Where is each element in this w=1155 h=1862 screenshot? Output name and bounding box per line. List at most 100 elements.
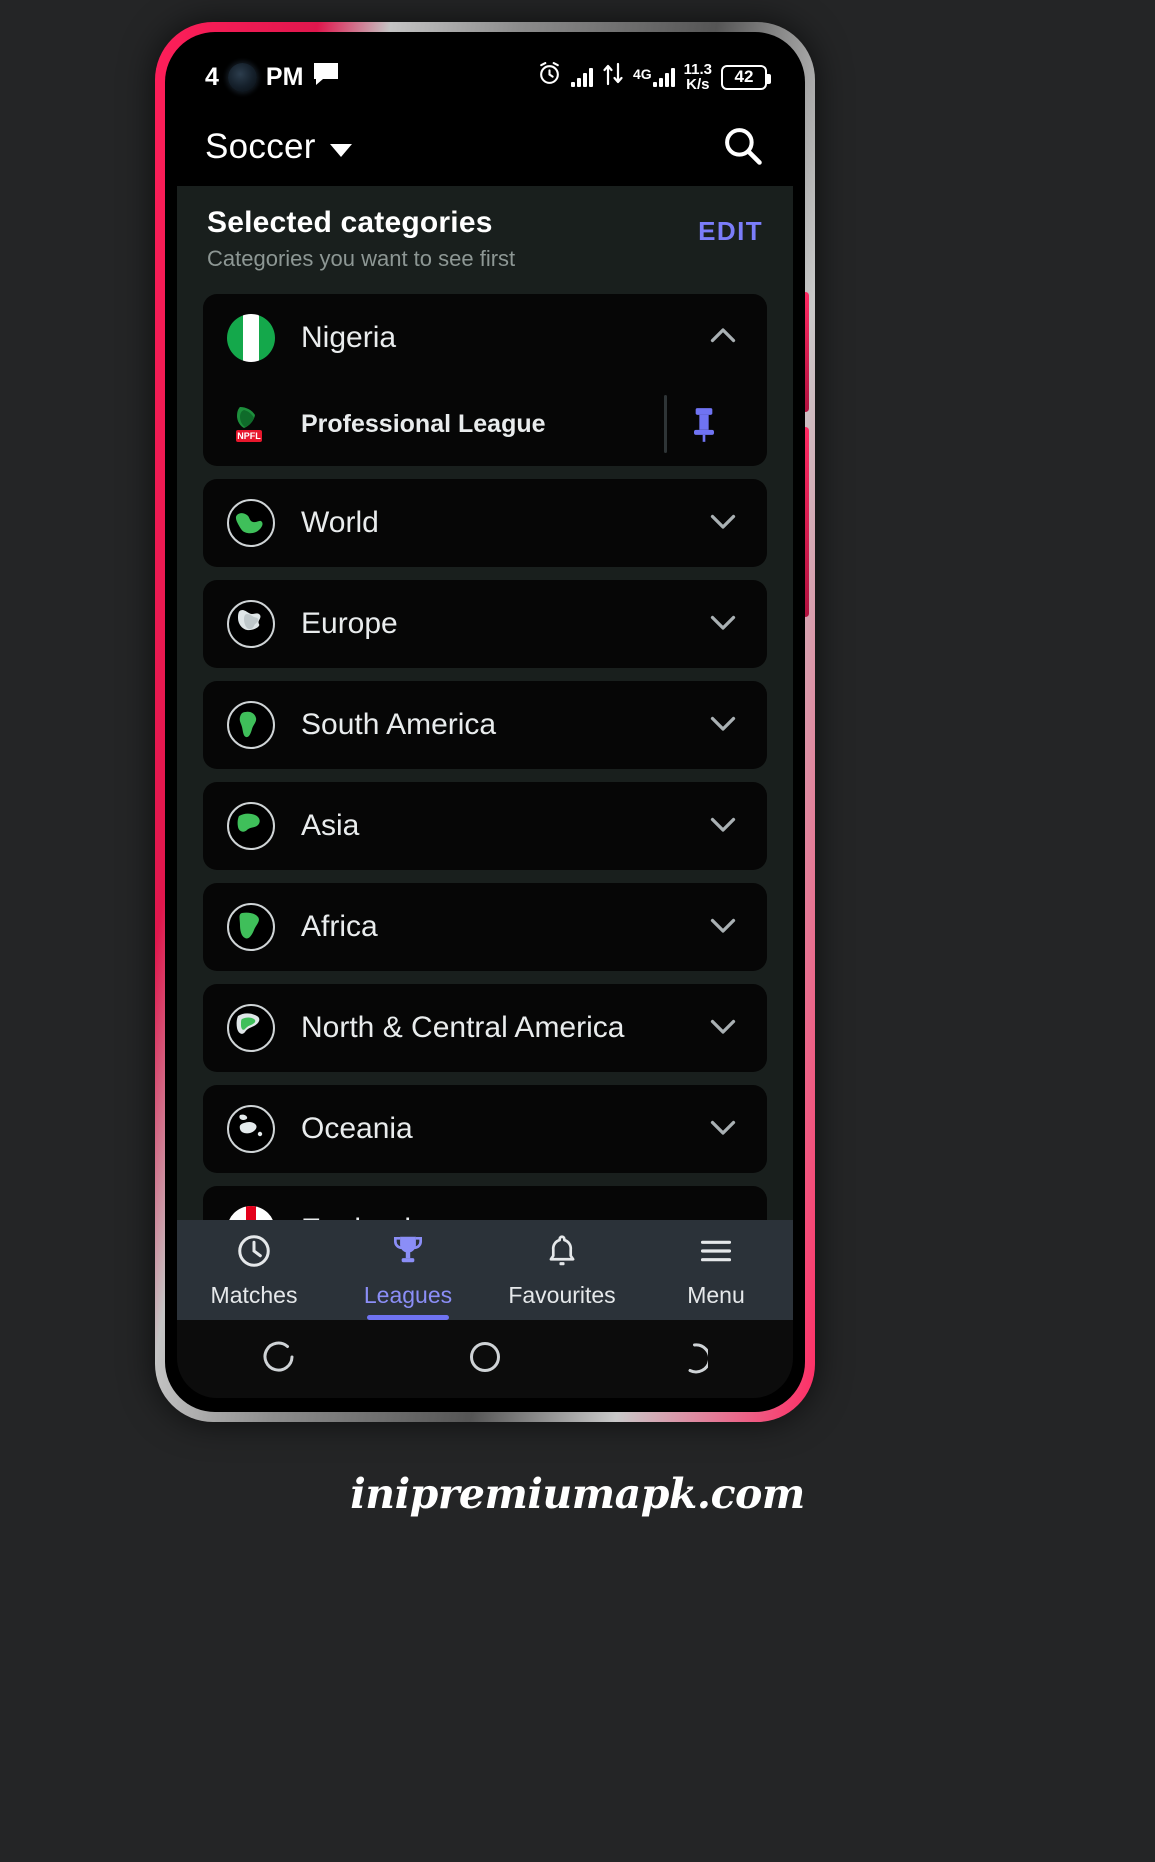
globe-africa-icon <box>227 903 275 951</box>
mobile-data-bars-icon <box>652 67 675 87</box>
league-label: Professional League <box>301 409 546 438</box>
category-card-europe[interactable]: Europe <box>203 580 767 668</box>
status-bar: 4 PM 4G 11.3 K/s 42 <box>177 46 793 108</box>
nav-label: Leagues <box>363 1281 453 1308</box>
edit-button[interactable]: EDIT <box>698 206 763 247</box>
selected-categories-subtitle: Categories you want to see first <box>207 246 516 271</box>
camera-punch-hole <box>227 62 257 92</box>
battery-level-label: 42 <box>734 67 754 86</box>
category-row-england[interactable]: England <box>203 1186 767 1220</box>
category-row-asia[interactable]: Asia <box>203 782 767 870</box>
category-row-north-central-america[interactable]: North & Central America <box>203 984 767 1072</box>
chevron-down-icon[interactable] <box>705 604 741 645</box>
data-speed: 11.3 K/s <box>684 62 712 92</box>
category-label: Oceania <box>301 1112 413 1145</box>
trophy-icon <box>389 1232 427 1275</box>
data-speed-value: 11.3 <box>683 61 712 78</box>
phone-screen: 4 PM 4G 11.3 K/s 42 Soccer Selected cate… <box>177 46 793 1398</box>
back-gesture-icon[interactable] <box>262 1339 298 1380</box>
nav-item-matches[interactable]: Matches <box>177 1220 331 1320</box>
globe-north-america-icon <box>227 1004 275 1052</box>
chevron-down-icon[interactable] <box>705 1008 741 1049</box>
hamburger-icon <box>696 1232 736 1275</box>
flag-nigeria-icon <box>227 314 275 362</box>
category-row-africa[interactable]: Africa <box>203 883 767 971</box>
nav-item-favourites[interactable]: Favourites <box>485 1220 639 1320</box>
category-row-south-america[interactable]: South America <box>203 681 767 769</box>
category-label: Africa <box>301 910 378 943</box>
chevron-down-icon[interactable] <box>705 705 741 746</box>
chevron-down-icon <box>329 143 352 157</box>
category-label: North & Central America <box>301 1011 625 1044</box>
recents-icon[interactable] <box>672 1339 712 1380</box>
category-card-world[interactable]: World <box>203 479 767 567</box>
data-speed-unit: K/s <box>686 76 710 93</box>
category-row-nigeria[interactable]: Nigeria <box>203 294 767 382</box>
nav-item-menu[interactable]: Menu <box>639 1220 793 1320</box>
page-title: Soccer <box>205 127 316 166</box>
npfl-logo-text: NPFL <box>237 431 261 441</box>
pin-icon[interactable] <box>667 404 741 444</box>
nav-label: Matches <box>210 1281 298 1308</box>
nav-active-underline <box>367 1315 449 1320</box>
category-label: England <box>301 1213 411 1220</box>
category-row-europe[interactable]: Europe <box>203 580 767 668</box>
category-card-england[interactable]: England <box>203 1186 767 1220</box>
category-label: Nigeria <box>301 321 397 354</box>
globe-south-america-icon <box>227 701 275 749</box>
android-navigation-bar <box>177 1320 793 1398</box>
status-bar-left: 4 PM <box>205 61 340 94</box>
chevron-down-icon[interactable] <box>705 806 741 847</box>
phone-bezel: 4 PM 4G 11.3 K/s 42 Soccer Selected cate… <box>165 32 805 1412</box>
chevron-down-icon[interactable] <box>705 1109 741 1150</box>
flag-england-icon <box>227 1206 275 1220</box>
category-label: Europe <box>301 607 398 640</box>
category-label: World <box>301 506 379 539</box>
npfl-logo-icon: NPFL <box>227 401 273 447</box>
battery-indicator: 42 <box>721 64 771 90</box>
category-card-asia[interactable]: Asia <box>203 782 767 870</box>
search-icon[interactable] <box>721 124 763 171</box>
chevron-up-icon[interactable] <box>705 318 741 359</box>
chevron-down-icon[interactable] <box>705 503 741 544</box>
app-bar: Soccer <box>177 108 793 186</box>
nav-label: Menu <box>687 1281 745 1308</box>
league-row-professional-league[interactable]: NPFL Professional League <box>203 382 767 466</box>
nav-label: Favourites <box>508 1281 616 1308</box>
nav-item-leagues[interactable]: Leagues <box>331 1220 485 1320</box>
status-bar-right: 4G 11.3 K/s 42 <box>537 61 771 93</box>
category-row-oceania[interactable]: Oceania <box>203 1085 767 1173</box>
bottom-navigation: Matches Leagues Favourites Menu <box>177 1220 793 1320</box>
category-label: South America <box>301 708 497 741</box>
globe-europe-icon <box>227 600 275 648</box>
bell-icon <box>543 1232 581 1275</box>
watermark: inipremiumapk.com <box>350 1470 805 1518</box>
status-meridiem: PM <box>265 62 304 91</box>
globe-asia-icon <box>227 802 275 850</box>
chevron-down-icon[interactable] <box>705 907 741 948</box>
category-card-north-central-america[interactable]: North & Central America <box>203 984 767 1072</box>
alarm-clock-icon <box>537 61 562 93</box>
category-list[interactable]: Nigeria NPFL Professional League World E… <box>177 294 793 1220</box>
category-label: Asia <box>301 809 360 842</box>
clock-icon <box>235 1232 273 1275</box>
data-transfer-arrows-icon <box>602 62 624 93</box>
network-type-label: 4G <box>632 65 652 82</box>
signal-bars-icon <box>570 67 593 87</box>
category-card-africa[interactable]: Africa <box>203 883 767 971</box>
selected-categories-header: Selected categories Categories you want … <box>177 186 793 294</box>
chevron-down-icon[interactable] <box>705 1210 741 1221</box>
selected-categories-text: Selected categories Categories you want … <box>207 206 515 272</box>
phone-frame: 4 PM 4G 11.3 K/s 42 Soccer Selected cate… <box>155 22 815 1422</box>
sport-selector[interactable]: Soccer <box>205 127 352 167</box>
globe-oceania-icon <box>227 1105 275 1153</box>
selected-categories-title: Selected categories <box>207 206 493 239</box>
category-card-south-america[interactable]: South America <box>203 681 767 769</box>
category-row-world[interactable]: World <box>203 479 767 567</box>
network-type-indicator: 4G <box>632 65 675 87</box>
globe-world-icon <box>227 499 275 547</box>
status-time: 4 <box>205 62 219 91</box>
home-circle-icon[interactable] <box>467 1339 503 1380</box>
category-card-oceania[interactable]: Oceania <box>203 1085 767 1173</box>
chat-bubble-icon <box>312 61 340 94</box>
